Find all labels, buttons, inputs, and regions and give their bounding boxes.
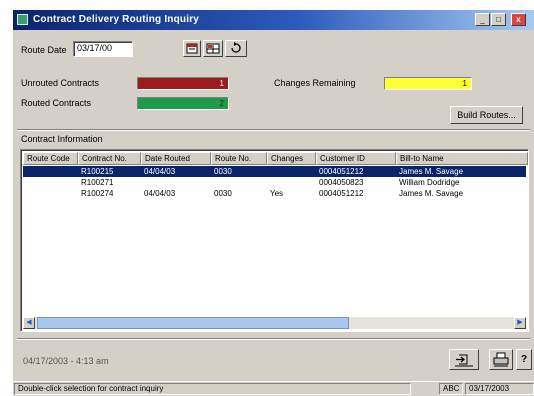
maximize-button[interactable]: □	[491, 13, 506, 26]
horizontal-scrollbar[interactable]: ◀ ▶	[23, 317, 526, 329]
calendar-button[interactable]	[183, 40, 201, 57]
column-header-customer-id[interactable]: Customer ID	[316, 152, 396, 165]
scroll-right-icon[interactable]: ▶	[514, 317, 526, 329]
close-button[interactable]: x	[511, 13, 526, 26]
column-header-contract-no[interactable]: Contract No.	[78, 152, 141, 165]
window-title: Contract Delivery Routing Inquiry	[33, 14, 200, 25]
bill-to-name-cell: James M. Savage	[399, 189, 464, 198]
scrollbar-thumb[interactable]	[37, 317, 349, 329]
unrouted-contracts-label: Unrouted Contracts	[21, 78, 100, 88]
route-date-label: Route Date	[21, 45, 67, 55]
route-date-field[interactable]: 03/17/00	[73, 41, 133, 57]
timestamp-label: 04/17/2003 - 4:13 am	[23, 356, 109, 366]
bill-to-name-cell: James M. Savage	[399, 167, 464, 176]
section-divider	[17, 129, 530, 131]
print-icon	[493, 352, 509, 367]
routed-contracts-label: Routed Contracts	[21, 98, 92, 108]
help-button[interactable]: ?	[516, 349, 532, 370]
status-date: 03/17/2003	[465, 383, 534, 395]
contracts-list[interactable]: Route Code Contract No. Date Routed Rout…	[20, 149, 529, 332]
footer-divider	[17, 338, 530, 340]
app-icon	[17, 14, 28, 25]
customer-id-cell: 0004051212	[319, 167, 364, 176]
customer-id-cell: 0004051212	[319, 189, 364, 198]
minimize-button[interactable]: _	[475, 13, 490, 26]
status-mode: ABC	[439, 383, 463, 395]
contract-no-cell: R100271	[81, 178, 114, 187]
refresh-button[interactable]	[225, 40, 247, 57]
build-routes-button[interactable]: Build Routes...	[450, 106, 523, 124]
table-row[interactable]: R100274 04/04/03 0030 Yes 0004051212 Jam…	[23, 188, 526, 199]
customer-id-cell: 0004050823	[319, 178, 364, 187]
main-window: Contract Delivery Routing Inquiry _ □ x …	[12, 9, 534, 396]
grid-button[interactable]	[203, 40, 223, 57]
calendar-icon	[186, 43, 198, 54]
status-bar: Double-click selection for contract inqu…	[13, 381, 534, 396]
contract-no-cell: R100274	[81, 189, 114, 198]
routed-contracts-value: 2	[137, 97, 229, 110]
changes-cell: Yes	[270, 189, 284, 198]
scroll-left-icon[interactable]: ◀	[23, 317, 35, 329]
column-header-changes[interactable]: Changes	[267, 152, 316, 165]
date-routed-cell: 04/04/03	[144, 167, 176, 176]
contract-information-label: Contract Information	[21, 134, 103, 144]
changes-remaining-label: Changes Remaining	[274, 78, 356, 88]
status-message: Double-click selection for contract inqu…	[14, 383, 411, 395]
route-no-cell: 0030	[214, 167, 232, 176]
unrouted-contracts-value: 1	[137, 77, 229, 90]
table-row[interactable]: R100271 0004050823 William Dodridge	[23, 177, 526, 188]
exit-icon	[455, 354, 473, 367]
title-bar[interactable]: Contract Delivery Routing Inquiry _ □ x	[13, 10, 534, 30]
date-routed-cell: 04/04/03	[144, 189, 176, 198]
route-no-cell: 0030	[214, 189, 232, 198]
bill-to-name-cell: William Dodridge	[399, 178, 460, 187]
exit-button[interactable]	[449, 349, 479, 370]
table-row[interactable]: R100215 04/04/03 0030 0004051212 James M…	[23, 166, 526, 177]
help-icon: ?	[520, 354, 528, 365]
column-header-date-routed[interactable]: Date Routed	[141, 152, 211, 165]
print-button[interactable]	[489, 349, 513, 370]
changes-remaining-value: 1	[384, 77, 472, 90]
refresh-icon	[231, 42, 241, 53]
column-header-route-no[interactable]: Route No.	[211, 152, 267, 165]
column-header-route-code[interactable]: Route Code	[23, 152, 78, 165]
column-header-bill-to-name[interactable]: Bill-to Name	[396, 152, 528, 165]
contract-no-cell: R100215	[81, 167, 114, 176]
grid-icon	[206, 43, 220, 54]
